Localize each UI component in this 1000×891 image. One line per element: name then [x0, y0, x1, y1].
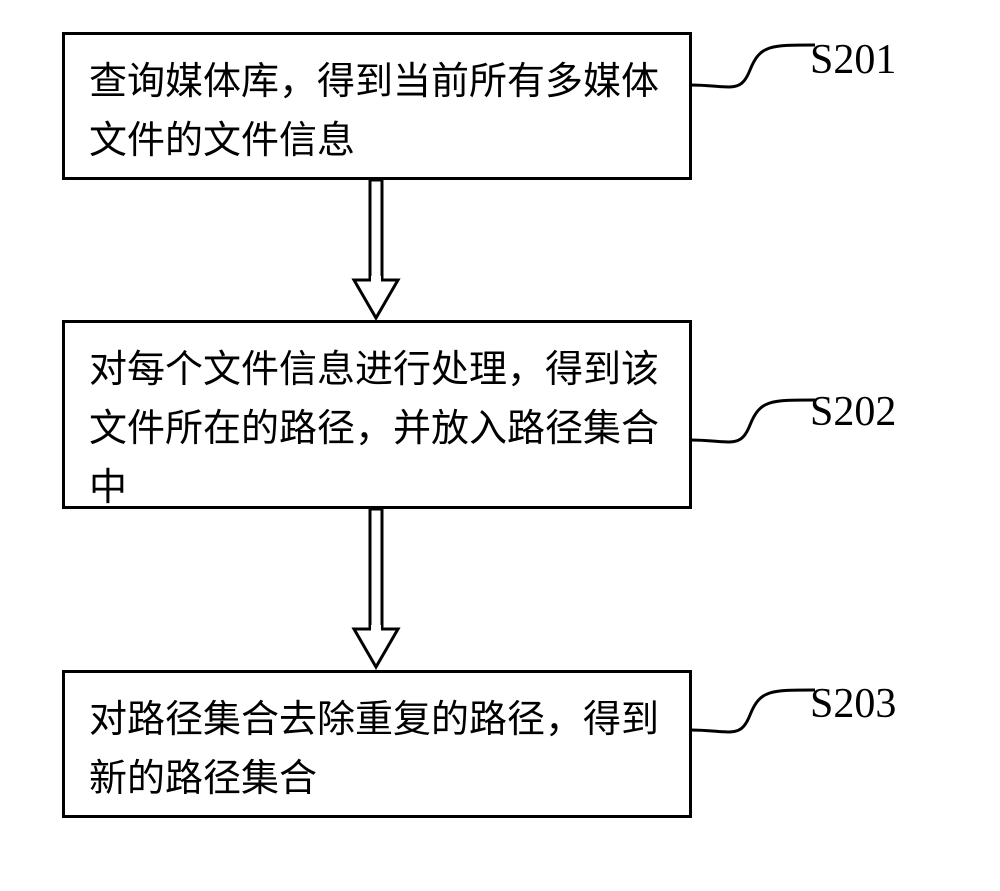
arrow-2: [346, 509, 406, 670]
step-2-label: S202: [810, 388, 896, 436]
flowchart-diagram: 查询媒体库，得到当前所有多媒体文件的文件信息 S201 对每个文件信息进行处理，…: [0, 0, 1000, 891]
step-2-text: 对每个文件信息进行处理，得到该文件所在的路径，并放入路径集合中: [89, 349, 659, 509]
flowchart-step-1: 查询媒体库，得到当前所有多媒体文件的文件信息: [62, 32, 692, 180]
step-3-text: 对路径集合去除重复的路径，得到新的路径集合: [89, 699, 659, 800]
flowchart-step-3: 对路径集合去除重复的路径，得到新的路径集合: [62, 670, 692, 818]
connector-curve-1: [690, 30, 820, 105]
step-1-text: 查询媒体库，得到当前所有多媒体文件的文件信息: [89, 61, 659, 162]
step-1-label: S201: [810, 36, 896, 84]
arrow-1: [346, 180, 406, 320]
step-3-label: S203: [810, 680, 896, 728]
flowchart-step-2: 对每个文件信息进行处理，得到该文件所在的路径，并放入路径集合中: [62, 320, 692, 509]
connector-curve-2: [690, 385, 820, 460]
connector-curve-3: [690, 675, 820, 750]
